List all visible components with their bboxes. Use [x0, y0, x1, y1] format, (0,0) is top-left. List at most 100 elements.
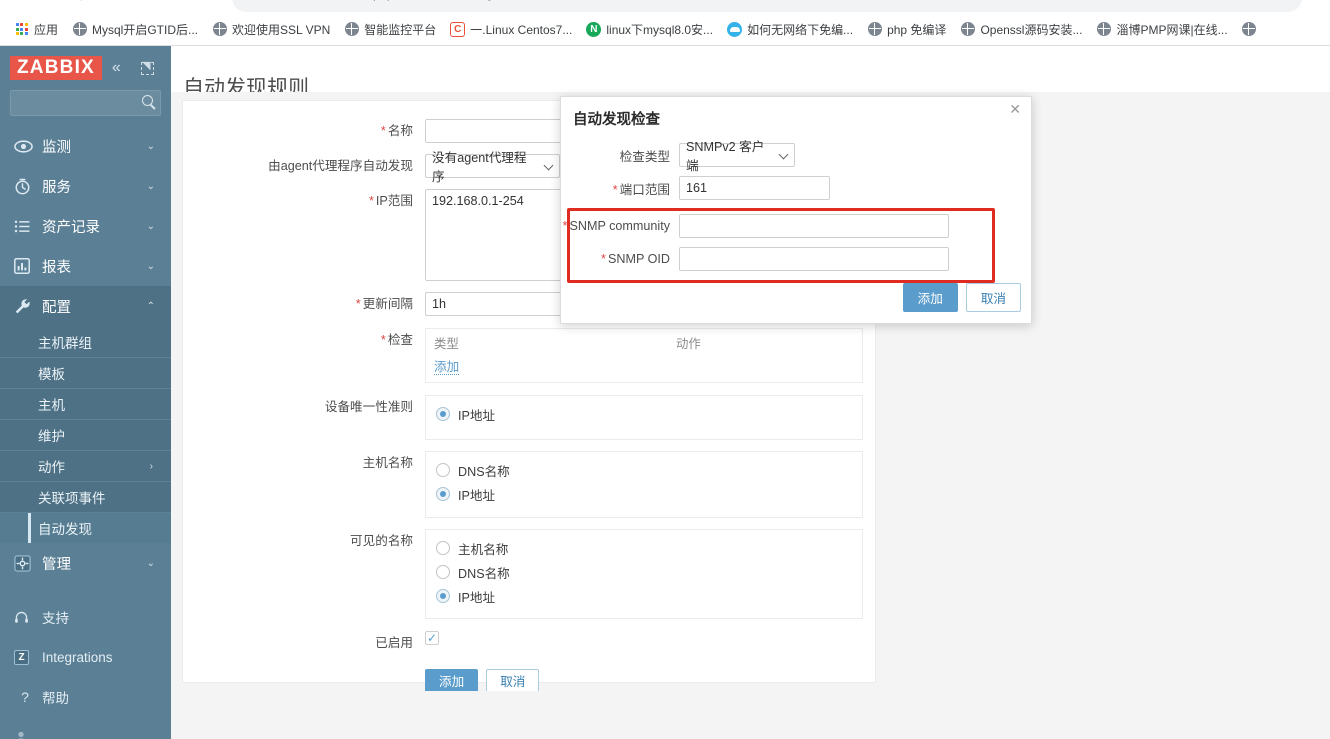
- checkmark-icon: ✓: [426, 631, 438, 645]
- radio-visible-host[interactable]: 主机名称: [436, 536, 852, 560]
- chevron-right-icon: ›: [149, 460, 153, 472]
- radio-visible-dns[interactable]: DNS名称: [436, 560, 852, 584]
- bookmark-label: php 免编译: [887, 22, 947, 37]
- browser-urlbar-strip: ‹ › ⟳ 192.168.0.161/zabbix.php?action=di…: [0, 0, 1330, 13]
- radio-icon[interactable]: [436, 487, 450, 501]
- bookmark-linux-centos7[interactable]: C 一.Linux Centos7...: [444, 18, 578, 41]
- page-header: [171, 46, 1330, 92]
- forward-icon[interactable]: ›: [42, 0, 47, 4]
- bookmark-label: Mysql开启GTID后...: [92, 22, 199, 37]
- sidebar-item-administration[interactable]: 管理 ⌄: [0, 543, 171, 583]
- compact-view-icon[interactable]: [129, 61, 154, 75]
- globe-icon: [344, 22, 359, 37]
- bookmark-label: 智能监控平台: [364, 22, 437, 37]
- radio-label: IP地址: [458, 408, 496, 423]
- eye-icon: [14, 139, 42, 153]
- bookmark-pmp-course[interactable]: 淄博PMP网课|在线...: [1090, 18, 1233, 41]
- bookmark-label: 应用: [34, 22, 59, 37]
- sidebar-header: ZABBIX «: [0, 46, 171, 90]
- form-row-buttons: 添加 取消: [183, 655, 875, 695]
- bookmark-openssl-source[interactable]: Openssl源码安装...: [954, 18, 1088, 41]
- sidebar-item-support[interactable]: 支持: [0, 597, 171, 637]
- sidebar-item-integrations[interactable]: Z Integrations: [0, 637, 171, 677]
- back-icon[interactable]: ‹: [8, 0, 13, 4]
- port-range-input[interactable]: [679, 176, 830, 200]
- chevron-down-icon: [778, 149, 789, 160]
- globe-icon: [212, 22, 227, 37]
- close-icon[interactable]: ✕: [1009, 102, 1021, 116]
- bookmark-label: 欢迎使用SSL VPN: [232, 22, 331, 37]
- search-input[interactable]: [11, 91, 139, 115]
- sidebar-item-monitoring[interactable]: 监测 ⌄: [0, 126, 171, 166]
- proxy-select-value: 没有agent代理程序: [432, 151, 527, 184]
- enabled-checkbox[interactable]: ✓: [425, 631, 439, 645]
- check-type-select[interactable]: SNMPv2 客户端: [679, 140, 795, 173]
- collapse-sidebar-icon[interactable]: «: [112, 59, 121, 77]
- address-bar[interactable]: [232, 0, 1302, 12]
- device-uniqueness-label: 设备唯一性准则: [324, 400, 413, 414]
- radio-host-ip[interactable]: IP地址: [436, 482, 852, 506]
- bookmark-php-no-compile[interactable]: php 免编译: [861, 18, 952, 41]
- sidebar-item-actions[interactable]: 动作 ›: [0, 450, 171, 481]
- radio-icon[interactable]: [436, 589, 450, 603]
- chevron-down-icon: [543, 160, 554, 171]
- csdn-letter-icon: C: [450, 21, 466, 37]
- sidebar-item-host-groups[interactable]: 主机群组: [0, 326, 171, 357]
- green-n-icon: N: [586, 21, 602, 37]
- enabled-label: 已启用: [375, 636, 413, 650]
- modal-cancel-button[interactable]: 取消: [965, 283, 1021, 312]
- form-row-enabled: 已启用 ✓: [183, 619, 875, 655]
- radio-icon[interactable]: [436, 407, 450, 421]
- globe-icon: [960, 22, 975, 37]
- radio-device-ip[interactable]: IP地址: [436, 402, 852, 426]
- apps-grid-icon: [14, 22, 29, 37]
- modal-row-check-type: 检查类型 SNMPv2 客户端: [561, 140, 1031, 173]
- port-range-label: * 端口范围: [612, 182, 670, 197]
- sidebar-item-reports[interactable]: 报表 ⌄: [0, 246, 171, 286]
- radio-icon[interactable]: [436, 541, 450, 555]
- cloud-icon: [727, 21, 743, 37]
- search-box[interactable]: [10, 90, 161, 116]
- bookmark-no-network-compile[interactable]: 如何无网络下免编...: [721, 18, 859, 41]
- reload-icon[interactable]: ⟳: [76, 0, 88, 5]
- radio-icon[interactable]: [436, 463, 450, 477]
- radio-visible-ip[interactable]: IP地址: [436, 584, 852, 608]
- check-type-label: 检查类型: [619, 149, 670, 164]
- globe-icon: [1242, 22, 1257, 37]
- sidebar-item-configuration[interactable]: 配置 ⌃: [0, 286, 171, 326]
- add-check-link[interactable]: 添加: [426, 354, 862, 382]
- question-icon: ?: [21, 689, 29, 705]
- search-icon[interactable]: [142, 95, 153, 106]
- sidebar-item-user[interactable]: [0, 717, 171, 739]
- bookmark-label: 淄博PMP网课|在线...: [1116, 22, 1228, 37]
- modal-add-button[interactable]: 添加: [902, 283, 958, 312]
- zabbix-logo[interactable]: ZABBIX: [10, 56, 102, 80]
- bookmark-monitor-platform[interactable]: 智能监控平台: [338, 18, 442, 41]
- sidebar-item-inventory[interactable]: 资产记录 ⌄: [0, 206, 171, 246]
- radio-label: DNS名称: [458, 464, 510, 479]
- radio-icon[interactable]: [436, 565, 450, 579]
- sidebar-item-help[interactable]: ? 帮助: [0, 677, 171, 717]
- bookmark-overflow[interactable]: [1236, 19, 1263, 40]
- sidebar-item-services[interactable]: 服务 ⌄: [0, 166, 171, 206]
- sidebar-submenu-configuration: 主机群组 模板 主机 维护 动作 › 关联项事件 自动发现: [0, 326, 171, 543]
- bookmarks-bar: 应用 Mysql开启GTID后... 欢迎使用SSL VPN 智能监控平台 C …: [0, 13, 1330, 46]
- form-row-host-name: 主机名称 DNS名称 IP地址: [183, 440, 875, 518]
- bookmark-mysql-gtid[interactable]: Mysql开启GTID后...: [66, 18, 204, 41]
- bookmark-ssl-vpn[interactable]: 欢迎使用SSL VPN: [206, 18, 336, 41]
- bookmark-label: Openssl源码安装...: [980, 22, 1083, 37]
- sidebar-item-label: 支持: [42, 611, 69, 626]
- bookmark-apps[interactable]: 应用: [8, 18, 64, 41]
- sidebar-item-maintenance[interactable]: 维护: [0, 419, 171, 450]
- sidebar-item-discovery[interactable]: 自动发现: [0, 512, 171, 543]
- sidebar-item-templates[interactable]: 模板: [0, 357, 171, 388]
- sidebar-item-event-correlation[interactable]: 关联项事件: [0, 481, 171, 512]
- sidebar-item-label: 管理: [42, 556, 71, 573]
- proxy-select[interactable]: 没有agent代理程序: [425, 151, 560, 184]
- sidebar-item-hosts[interactable]: 主机: [0, 388, 171, 419]
- bookmark-linux-mysql8[interactable]: N linux下mysql8.0安...: [580, 18, 719, 41]
- radio-host-dns[interactable]: DNS名称: [436, 458, 852, 482]
- update-interval-input[interactable]: [425, 292, 565, 316]
- sidebar-subitem-label: 关联项事件: [38, 491, 106, 506]
- sidebar-divider: [0, 583, 171, 597]
